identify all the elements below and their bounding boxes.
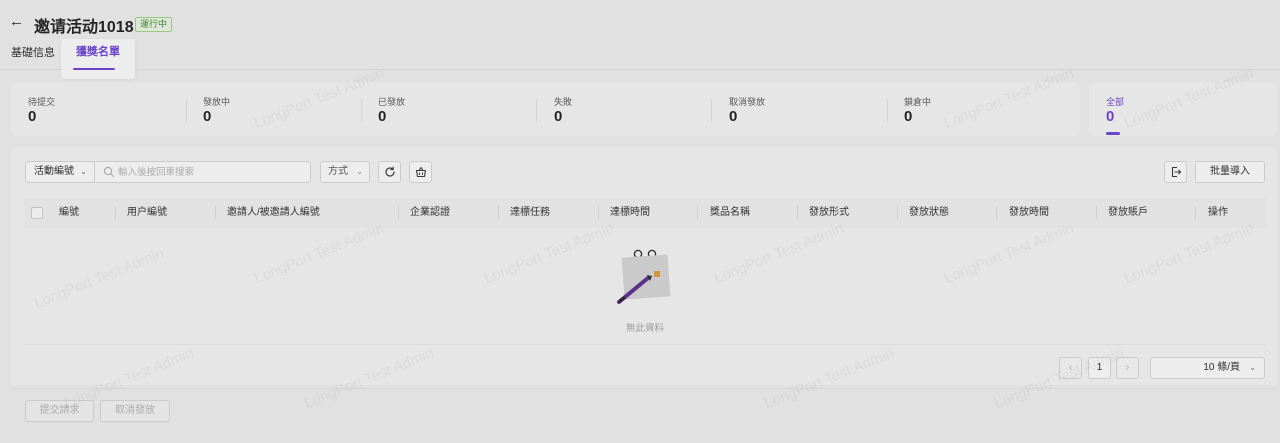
- next-page-button[interactable]: ›: [1116, 357, 1139, 379]
- column-divider: [1195, 206, 1196, 220]
- column-divider: [797, 206, 798, 220]
- select-all-checkbox[interactable]: [31, 207, 43, 219]
- divider: [536, 98, 537, 122]
- column-header[interactable]: 發放賬戶: [1108, 198, 1148, 228]
- column-divider: [897, 206, 898, 220]
- active-stat-indicator: [1106, 132, 1120, 135]
- batch-import-button[interactable]: 批量導入: [1195, 161, 1265, 183]
- stat-locked[interactable]: 鎖倉中 0: [904, 82, 1064, 136]
- page-size-select[interactable]: 10 條/頁 ⌄: [1150, 357, 1265, 379]
- submit-request-button[interactable]: 提交請求: [25, 400, 94, 422]
- stat-failed[interactable]: 失敗 0: [554, 82, 714, 136]
- stat-value: 0: [378, 108, 387, 125]
- empty-state-illustration: [617, 249, 671, 304]
- search-icon: [103, 166, 115, 178]
- basket-button[interactable]: [409, 161, 432, 183]
- column-divider: [1096, 206, 1097, 220]
- stat-label: 失敗: [554, 97, 573, 107]
- status-summary: 待提交 0 發放中 0 已發放 0 失敗 0 取消發放 0 鎖倉中 0: [11, 82, 1080, 136]
- refresh-icon: [385, 166, 395, 177]
- footer-bar: [11, 388, 1277, 438]
- method-select-value: 方式: [328, 166, 348, 177]
- stat-value: 0: [1106, 108, 1115, 125]
- search-input[interactable]: [118, 164, 303, 180]
- stat-value: 0: [28, 108, 37, 125]
- active-tab-indicator: [73, 68, 115, 70]
- empty-state-text: 無此資料: [625, 323, 664, 334]
- column-divider: [598, 206, 599, 220]
- export-button[interactable]: [1164, 161, 1187, 183]
- back-arrow-icon[interactable]: ←: [9, 14, 25, 30]
- column-divider: [115, 206, 116, 220]
- search-box: [94, 161, 311, 183]
- column-header[interactable]: 操作: [1208, 198, 1228, 228]
- stat-label: 全部: [1106, 97, 1125, 107]
- cancel-issuance-button[interactable]: 取消發放: [100, 400, 170, 422]
- column-header[interactable]: 用户編號: [127, 198, 167, 228]
- column-divider: [215, 206, 216, 220]
- column-header[interactable]: 發放狀態: [909, 198, 949, 228]
- column-header[interactable]: 企業認證: [410, 198, 450, 228]
- chevron-down-icon: ⌄: [356, 167, 363, 176]
- search-field-select[interactable]: 活動編號 ⌄: [25, 161, 95, 183]
- refresh-button[interactable]: [378, 161, 401, 183]
- stat-label: 取消發放: [729, 97, 766, 107]
- stat-value: 0: [554, 108, 563, 125]
- page-number-button[interactable]: 1: [1088, 357, 1111, 379]
- search-field-value: 活動編號: [34, 166, 74, 177]
- stat-issuing[interactable]: 發放中 0: [203, 82, 363, 136]
- tab-winner-list[interactable]: 獲獎名單: [61, 39, 135, 79]
- stat-cancelled[interactable]: 取消發放 0: [729, 82, 889, 136]
- stat-value: 0: [203, 108, 212, 125]
- table-header: 編號 用户編號 邀請人/被邀請人編號 企業認證 達標任務 達標時間 獎品名稱 發…: [24, 198, 1266, 228]
- table-bottom-border: [24, 344, 1266, 345]
- divider: [361, 98, 362, 122]
- basket-icon: [415, 166, 427, 178]
- column-header[interactable]: 編號: [59, 198, 79, 228]
- stat-value: 0: [904, 108, 913, 125]
- stat-label: 鎖倉中: [904, 97, 932, 107]
- prev-page-button[interactable]: ‹: [1059, 357, 1082, 379]
- column-divider: [498, 206, 499, 220]
- page-title: 邀请活动1018: [34, 19, 134, 36]
- divider: [186, 98, 187, 122]
- stat-label: 已發放: [378, 97, 406, 107]
- column-header[interactable]: 發放時間: [1009, 198, 1049, 228]
- method-select[interactable]: 方式 ⌄: [320, 161, 370, 183]
- column-header[interactable]: 達標時間: [610, 198, 650, 228]
- chevron-down-icon: ⌄: [80, 167, 87, 176]
- tab-winner-list-label: 獲獎名單: [76, 46, 120, 58]
- page: ← 邀请活动1018 運行中 基礎信息 獲獎名單 待提交 0 發放中 0 已發放…: [0, 0, 1280, 443]
- column-header[interactable]: 獎品名稱: [710, 198, 750, 228]
- stat-value: 0: [729, 108, 738, 125]
- page-size-value: 10 條/頁: [1203, 362, 1240, 373]
- stat-pending-submit[interactable]: 待提交 0: [28, 82, 188, 136]
- stat-all[interactable]: 全部 0: [1089, 82, 1277, 136]
- status-badge: 運行中: [135, 17, 173, 32]
- export-icon: [1171, 166, 1182, 178]
- stat-issued[interactable]: 已發放 0: [378, 82, 538, 136]
- column-header[interactable]: 邀請人/被邀請人編號: [227, 198, 320, 228]
- stat-label: 待提交: [28, 97, 56, 107]
- divider: [711, 98, 712, 122]
- column-divider: [398, 206, 399, 220]
- column-header[interactable]: 發放形式: [809, 198, 849, 228]
- column-divider: [697, 206, 698, 220]
- tab-bar: 基礎信息 獲獎名單: [0, 39, 1280, 79]
- stat-label: 發放中: [203, 97, 231, 107]
- divider: [887, 98, 888, 122]
- tab-basic-info[interactable]: 基礎信息: [11, 40, 55, 78]
- column-header[interactable]: 達標任務: [510, 198, 550, 228]
- column-divider: [996, 206, 997, 220]
- chevron-down-icon: ⌄: [1249, 363, 1256, 372]
